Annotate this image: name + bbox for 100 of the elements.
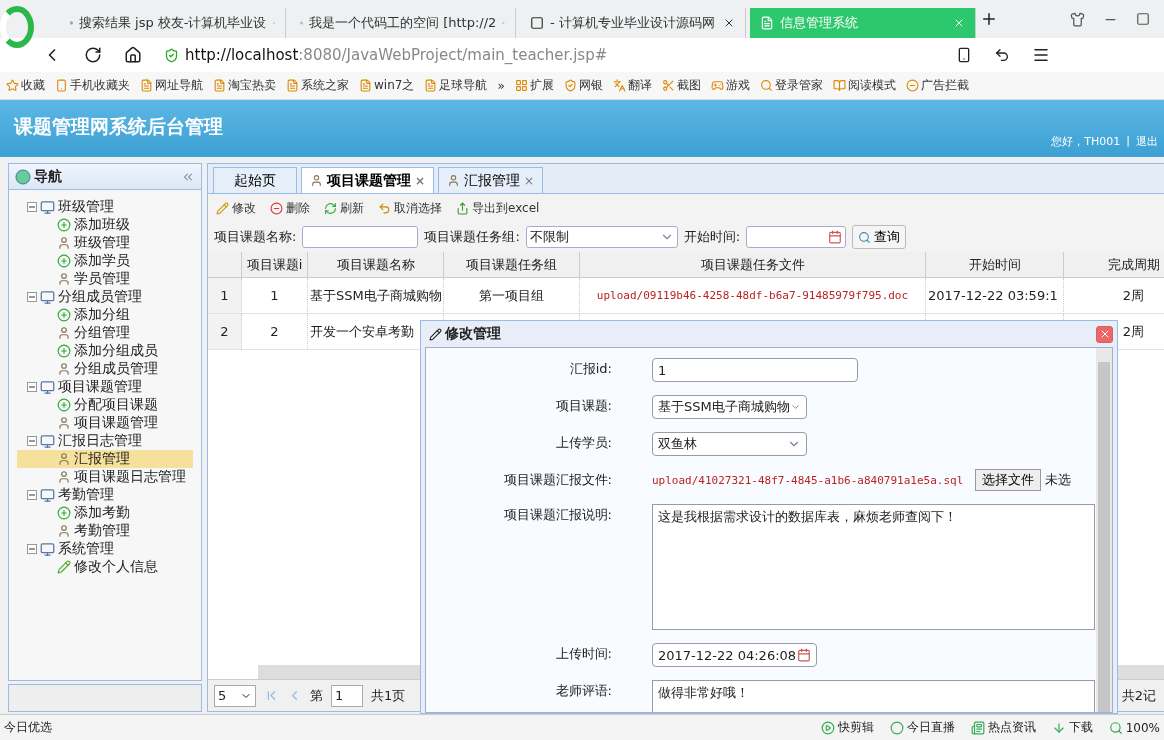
text-field[interactable]: 1 xyxy=(652,358,858,382)
export-icon xyxy=(456,201,469,215)
tree-item[interactable]: 添加分组成员 xyxy=(17,342,193,360)
bookmark-link[interactable]: 足球导航 xyxy=(424,77,488,94)
table-cell: 第一项目组 xyxy=(444,278,580,314)
collapse-toggle-icon[interactable] xyxy=(27,202,37,212)
date-field[interactable] xyxy=(746,226,847,248)
maximize-icon[interactable] xyxy=(1136,11,1150,26)
collapse-toggle-icon[interactable] xyxy=(27,292,37,302)
tree-group[interactable]: 系统管理 xyxy=(58,540,114,558)
tree-item[interactable]: 分配项目课题 xyxy=(17,396,193,414)
bookmark-link[interactable]: 翻译 xyxy=(612,77,652,94)
tree-item[interactable]: 项目课题管理 xyxy=(17,414,193,432)
undo-icon[interactable] xyxy=(994,47,1010,63)
bookmark-link[interactable]: 登录管家 xyxy=(759,77,823,94)
tree-group[interactable]: 班级管理 xyxy=(58,198,114,216)
refresh-icon xyxy=(324,201,337,215)
tree-item[interactable]: 项目课题日志管理 xyxy=(17,468,193,486)
bookmark-link[interactable]: 扩展 xyxy=(514,77,554,94)
bookmark-link[interactable]: 网址导航 xyxy=(140,77,203,94)
tree-item[interactable]: 添加考勤 xyxy=(17,504,193,522)
tree-item[interactable]: 汇报管理 xyxy=(17,450,193,468)
bookmark-link[interactable]: 网银 xyxy=(563,77,603,94)
user-icon xyxy=(310,174,323,187)
tree-item[interactable]: 添加班级 xyxy=(17,216,193,234)
select-field[interactable]: 不限制 xyxy=(525,226,678,248)
vertical-scrollbar[interactable] xyxy=(1096,348,1112,712)
grid-icon xyxy=(514,79,528,92)
toolbar-button[interactable]: 修改 xyxy=(216,199,256,217)
column-header[interactable]: 项目课题任务组 xyxy=(444,252,580,278)
status-item[interactable]: 今日直播 xyxy=(889,719,955,736)
tree-group[interactable]: 分组成员管理 xyxy=(58,288,142,306)
bookmark-link[interactable]: 截图 xyxy=(661,77,701,94)
textarea-field[interactable]: 做得非常好哦！ xyxy=(652,680,1095,712)
collapse-toggle-icon[interactable] xyxy=(27,544,37,554)
plus-icon xyxy=(57,506,71,520)
reload-icon[interactable] xyxy=(84,46,102,64)
page-size-select[interactable]: 5 xyxy=(214,684,256,707)
tree-group[interactable]: 项目课题管理 xyxy=(58,378,142,396)
new-tab-icon[interactable] xyxy=(980,10,998,28)
monitor-icon xyxy=(40,379,55,395)
table-cell: 2017-12-22 03:59:1 xyxy=(926,278,1064,314)
toolbar-button[interactable]: 取消选择 xyxy=(378,199,442,217)
content-tab[interactable]: 起始页 xyxy=(213,167,297,193)
toolbar-button[interactable]: 导出到excel xyxy=(456,199,540,217)
bookmark-link[interactable]: 淘宝热卖 xyxy=(213,77,276,94)
column-header[interactable]: 完成周期 xyxy=(1064,252,1164,278)
select-field[interactable]: 双鱼林 xyxy=(652,432,807,456)
user-icon xyxy=(57,416,71,430)
home-icon[interactable] xyxy=(124,46,142,64)
tree-item[interactable]: 考勤管理 xyxy=(17,522,193,540)
tree-item[interactable]: 分组成员管理 xyxy=(17,360,193,378)
status-text[interactable]: 今日优选 xyxy=(4,719,52,736)
column-header[interactable]: 项目课题i xyxy=(242,252,308,278)
status-item[interactable]: 热点资讯 xyxy=(970,719,1036,736)
skin-icon[interactable] xyxy=(1070,11,1085,27)
page-field[interactable]: 1 xyxy=(331,684,363,707)
address-field[interactable]: http://localhost:8080/JavaWebProject/main_teacher.jsp# xyxy=(164,42,934,68)
collapse-toggle-icon[interactable] xyxy=(27,490,37,500)
bookmark-link[interactable]: win7之 xyxy=(359,77,415,94)
tree-item[interactable]: 班级管理 xyxy=(17,234,193,252)
choose-file-button[interactable]: 选择文件 xyxy=(975,469,1042,491)
user-icon xyxy=(57,236,71,250)
bookmark-link[interactable]: 手机收藏夹 xyxy=(55,77,130,94)
search-button[interactable]: 查询 xyxy=(852,225,907,249)
content-tab[interactable]: 汇报管理 × xyxy=(438,167,544,193)
toolbar-button[interactable]: 刷新 xyxy=(324,199,364,217)
select-field[interactable]: 基于SSM电子商城购物 xyxy=(652,395,807,419)
collapse-toggle-icon[interactable] xyxy=(27,382,37,392)
status-item[interactable]: 快剪辑 xyxy=(820,719,874,736)
tree-group[interactable]: 考勤管理 xyxy=(58,486,114,504)
tree-item[interactable]: 添加分组 xyxy=(17,306,193,324)
bookmark-link[interactable]: 收藏 xyxy=(6,77,45,94)
column-header[interactable]: 开始时间 xyxy=(926,252,1064,278)
text-field[interactable] xyxy=(302,226,419,248)
bookmark-link[interactable]: 系统之家 xyxy=(286,77,349,94)
menu-icon[interactable] xyxy=(1032,46,1050,64)
field-label: 汇报id: xyxy=(568,360,612,378)
collapse-toggle-icon[interactable] xyxy=(27,436,37,446)
close-button[interactable] xyxy=(1096,325,1113,343)
tree-item[interactable]: 学员管理 xyxy=(17,270,193,288)
status-item[interactable]: 100% xyxy=(1108,720,1160,735)
textarea-field[interactable]: 这是我根据需求设计的数据库表，麻烦老师查阅下！ xyxy=(652,504,1095,630)
tree-group[interactable]: 汇报日志管理 xyxy=(58,432,142,450)
column-header[interactable]: 项目课题任务文件 xyxy=(580,252,926,278)
tree-item[interactable]: 修改个人信息 xyxy=(17,558,193,576)
file-link[interactable]: upload/41027321-48f7-4845-a1b6-a840791a1e5a.sql xyxy=(652,473,964,487)
file-link[interactable]: upload/09119b46-4258-48df-b6a7-91485979f795.doc xyxy=(580,278,926,314)
tree-item[interactable]: 分组管理 xyxy=(17,324,193,342)
status-item[interactable]: 下载 xyxy=(1051,719,1093,736)
toolbar-button[interactable]: 删除 xyxy=(270,199,310,217)
bookmark-link[interactable]: 游戏 xyxy=(710,77,750,94)
date-field[interactable]: 2017-12-22 04:26:08 xyxy=(652,643,817,667)
tree-item[interactable]: 添加学员 xyxy=(17,252,193,270)
content-tab[interactable]: 项目课题管理 × xyxy=(301,167,435,193)
bookmark-link[interactable]: 阅读模式 xyxy=(832,77,896,94)
bookmark-link[interactable]: » xyxy=(497,78,505,93)
column-header[interactable]: 项目课题名称 xyxy=(308,252,444,278)
phone-icon[interactable] xyxy=(956,47,972,63)
bookmark-link[interactable]: 广告拦截 xyxy=(905,77,969,94)
